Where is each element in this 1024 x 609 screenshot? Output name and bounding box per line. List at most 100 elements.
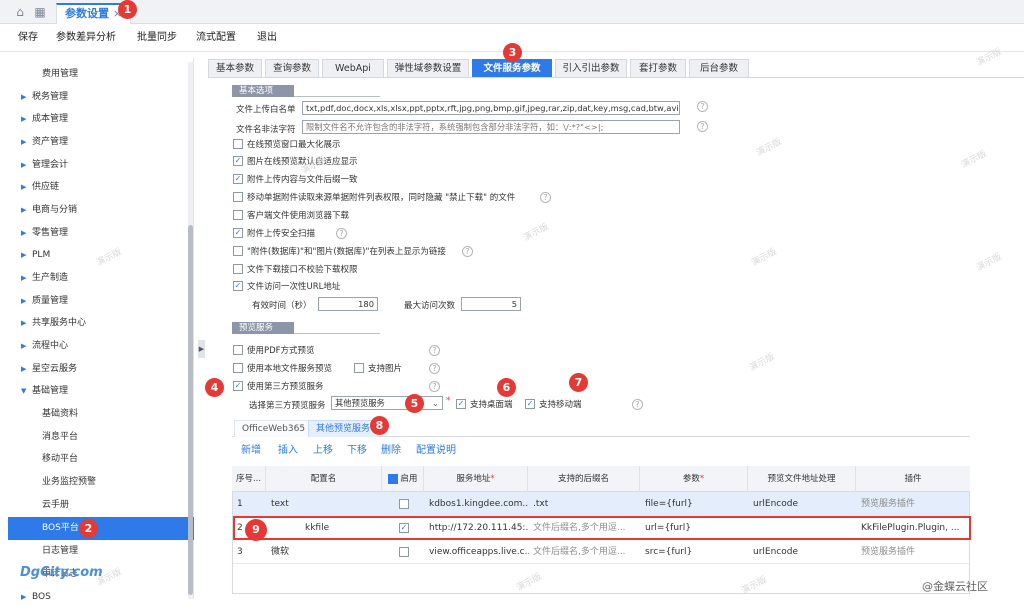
checkbox[interactable]: ✓ bbox=[233, 156, 243, 166]
illegal-chars-input[interactable]: 限制文件名不允许包含的非法字符，系统强制包含部分非法字符，如：\/:*?"<>|… bbox=[302, 120, 680, 134]
flow-config-button[interactable]: 流式配置 bbox=[196, 24, 236, 52]
checkbox[interactable]: ✓ bbox=[456, 399, 466, 409]
sidebar-item[interactable]: ▶ 电商与分销 bbox=[8, 199, 194, 222]
option-browser-download[interactable]: 客户端文件使用浏览器下载 bbox=[233, 207, 653, 223]
option-security-scan[interactable]: ✓ 附件上传安全扫描 bbox=[233, 225, 653, 241]
checkbox[interactable] bbox=[233, 345, 243, 355]
checkbox[interactable] bbox=[354, 363, 364, 373]
help-icon[interactable]: ? bbox=[429, 381, 440, 392]
sidebar-item[interactable]: ▶ 星空云服务 bbox=[8, 358, 194, 381]
tab-basic-params[interactable]: 基本参数 bbox=[208, 59, 262, 78]
cell-url[interactable]: view.officeapps.live.c... bbox=[425, 540, 529, 564]
sidebar-item[interactable]: ▶ 零售管理 bbox=[8, 222, 194, 245]
third-party-select[interactable]: 其他预览服务 ⌄ bbox=[331, 396, 443, 410]
col-header-seq[interactable]: 序号... bbox=[232, 466, 266, 492]
option-suffix-match[interactable]: ✓ 附件上传内容与文件后缀一致 bbox=[233, 171, 653, 187]
sidebar-item[interactable]: 日志管理 bbox=[8, 540, 194, 563]
checkbox[interactable] bbox=[233, 264, 243, 274]
help-icon[interactable]: ? bbox=[429, 345, 440, 356]
save-button[interactable]: 保存 bbox=[18, 24, 38, 52]
select-all-checkbox[interactable] bbox=[387, 473, 398, 484]
checkbox[interactable]: ✓ bbox=[233, 174, 243, 184]
enabled-checkbox[interactable] bbox=[399, 546, 409, 557]
help-icon[interactable]: ? bbox=[697, 101, 708, 112]
sidebar-item[interactable]: ▶ 成本管理 bbox=[8, 108, 194, 131]
sidebar-item[interactable]: 消息平台 bbox=[8, 426, 194, 449]
sidebar-item[interactable]: 移动平台 bbox=[8, 448, 194, 471]
cell-name[interactable]: text bbox=[267, 492, 383, 516]
checkbox[interactable]: ✓ bbox=[233, 281, 243, 291]
checkbox[interactable] bbox=[233, 246, 243, 256]
home-icon[interactable]: ⌂ bbox=[13, 5, 27, 19]
option-one-time-url[interactable]: ✓ 文件访问一次性URL地址 bbox=[233, 278, 653, 294]
option-use-local-preview[interactable]: 使用本地文件服务预览 bbox=[233, 360, 353, 376]
sidebar-item[interactable]: ▶ 税务管理 bbox=[8, 86, 194, 109]
sidebar-item[interactable]: ▶ 管理会计 bbox=[8, 154, 194, 177]
option-image-autofit[interactable]: ✓ 图片在线预览默认自适应显示 bbox=[233, 153, 653, 169]
col-header-plugin[interactable]: 插件 bbox=[856, 466, 970, 492]
sidebar-item[interactable]: 云手册 bbox=[8, 494, 194, 517]
help-icon[interactable]: ? bbox=[697, 121, 708, 132]
option-support-desktop[interactable]: ✓ 支持桌面端 bbox=[456, 396, 518, 412]
option-download-no-check[interactable]: 文件下载接口不校验下载权限 bbox=[233, 261, 653, 277]
sidebar-item[interactable]: ▶ 流程中心 bbox=[8, 335, 194, 358]
insert-row-button[interactable]: 插入 bbox=[278, 444, 298, 458]
sidebar-item[interactable]: ▶ 生产制造 bbox=[8, 267, 194, 290]
sidebar-item[interactable]: 基础资料 bbox=[8, 403, 194, 426]
config-help-button[interactable]: 配置说明 bbox=[416, 444, 456, 458]
sidebar-item[interactable]: ▶ 质量管理 bbox=[8, 290, 194, 313]
tab-flex-field-settings[interactable]: 弹性域参数设置 bbox=[387, 59, 469, 78]
help-icon[interactable]: ? bbox=[540, 192, 551, 203]
enabled-checkbox[interactable] bbox=[399, 498, 409, 509]
help-icon[interactable]: ? bbox=[632, 399, 643, 410]
cell-url-handle[interactable]: urlEncode bbox=[749, 492, 857, 516]
cell-param[interactable]: src={furl} bbox=[641, 540, 749, 564]
subtab-other-preview[interactable]: 其他预览服务 bbox=[308, 420, 379, 437]
col-header-name[interactable]: 配置名 bbox=[266, 466, 382, 492]
option-preview-maximize[interactable]: 在线预览窗口最大化展示 bbox=[233, 136, 653, 152]
help-icon[interactable]: ? bbox=[462, 246, 473, 257]
option-support-mobile[interactable]: ✓ 支持移动端 bbox=[525, 396, 587, 412]
sidebar-scrollbar-thumb[interactable] bbox=[188, 225, 193, 595]
subtab-officeweb365[interactable]: OfficeWeb365 bbox=[234, 420, 314, 437]
sidebar-item[interactable]: 费用管理 bbox=[8, 63, 194, 86]
checkbox[interactable] bbox=[233, 363, 243, 373]
table-row[interactable]: 1 text kdbos1.kingdee.com... .txt file={… bbox=[233, 492, 969, 516]
diff-analysis-button[interactable]: 参数差异分析 bbox=[56, 24, 116, 52]
checkbox[interactable]: ✓ bbox=[233, 381, 243, 391]
sidebar-item[interactable]: ▶ 资产管理 bbox=[8, 131, 194, 154]
col-header-url[interactable]: 服务地址* bbox=[424, 466, 528, 492]
col-header-enabled[interactable]: 启用 bbox=[382, 466, 424, 492]
apps-grid-icon[interactable]: ▦ bbox=[33, 5, 47, 19]
tab-print-params[interactable]: 套打参数 bbox=[630, 59, 686, 78]
tab-backend-params[interactable]: 后台参数 bbox=[689, 59, 749, 78]
option-db-attachment-link[interactable]: "附件(数据库)"和"图片(数据库)"在列表上显示为链接 bbox=[233, 243, 653, 259]
option-support-image[interactable]: 支持图片 bbox=[354, 360, 414, 376]
checkbox[interactable] bbox=[233, 139, 243, 149]
checkbox[interactable]: ✓ bbox=[233, 228, 243, 238]
sidebar-item[interactable]: ▶ BOS bbox=[8, 586, 194, 609]
tab-webapi[interactable]: WebApi bbox=[322, 59, 384, 78]
sidebar-item[interactable]: ▶ 供应链 bbox=[8, 176, 194, 199]
table-row[interactable]: 3 微软 view.officeapps.live.c... 文件后缀名,多个用… bbox=[233, 540, 969, 564]
option-use-pdf-preview[interactable]: 使用PDF方式预览 bbox=[233, 342, 433, 358]
add-row-button[interactable]: 新增 bbox=[241, 444, 261, 458]
whitelist-input[interactable]: txt,pdf,doc,docx,xls,xlsx,ppt,pptx,rft,j… bbox=[302, 101, 680, 115]
tab-query-params[interactable]: 查询参数 bbox=[265, 59, 319, 78]
cell-suffix[interactable]: 文件后缀名,多个用逗... bbox=[529, 540, 641, 564]
sidebar-item[interactable]: 业务监控预警 bbox=[8, 471, 194, 494]
collapse-sidebar-toggle[interactable]: ▶ bbox=[198, 340, 205, 358]
cell-plugin[interactable]: 预览服务插件 bbox=[857, 492, 969, 516]
sidebar-item-expanded[interactable]: ▼ 基础管理 bbox=[8, 380, 194, 403]
cell-url[interactable]: kdbos1.kingdee.com... bbox=[425, 492, 529, 516]
help-icon[interactable]: ? bbox=[336, 228, 347, 239]
cell-plugin[interactable]: 预览服务插件 bbox=[857, 540, 969, 564]
cell-name[interactable]: 微软 bbox=[267, 540, 383, 564]
cell-url-handle[interactable]: urlEncode bbox=[749, 540, 857, 564]
sidebar-item-bos-platform[interactable]: BOS平台 bbox=[8, 517, 194, 540]
checkbox[interactable] bbox=[233, 210, 243, 220]
max-visits-input[interactable]: 5 bbox=[461, 297, 521, 311]
col-header-suffix[interactable]: 支持的后缀名 bbox=[528, 466, 640, 492]
checkbox[interactable] bbox=[233, 192, 243, 202]
move-up-button[interactable]: 上移 bbox=[313, 444, 333, 458]
